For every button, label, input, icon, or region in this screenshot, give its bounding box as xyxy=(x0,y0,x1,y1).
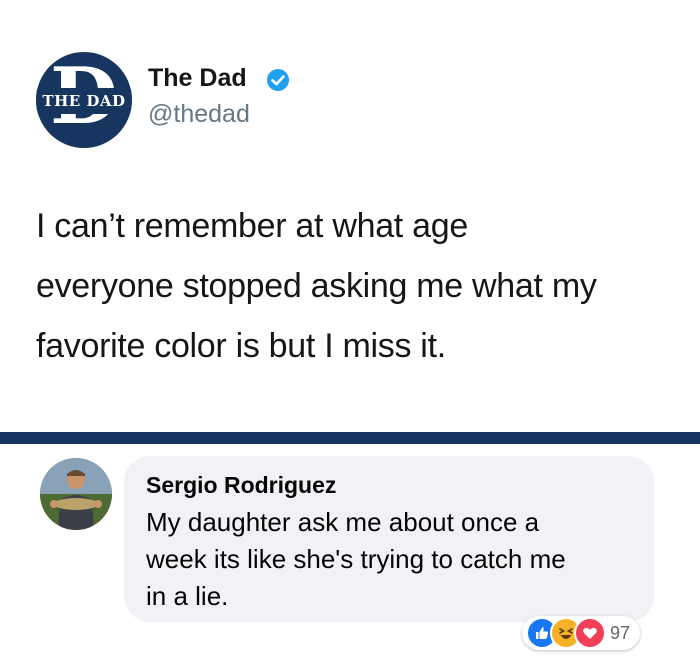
commenter-photo xyxy=(40,458,112,530)
tweet-avatar[interactable]: D THE DAD xyxy=(36,52,132,148)
verified-badge-icon xyxy=(267,69,289,91)
commenter-avatar[interactable] xyxy=(40,458,112,530)
comment-text-line: week its like she's trying to catch me xyxy=(146,544,566,574)
comment-text-line: in a lie. xyxy=(146,581,229,611)
tweet-author-name[interactable]: The Dad xyxy=(148,64,247,93)
love-icon xyxy=(574,617,606,649)
comment-bubble: Sergio Rodriguez My daughter ask me abou… xyxy=(124,456,654,622)
comment-author-name[interactable]: Sergio Rodriguez xyxy=(146,472,336,499)
tweet-author-handle[interactable]: @thedad xyxy=(148,100,250,129)
comment-section: Sergio Rodriguez My daughter ask me abou… xyxy=(0,444,700,658)
tweet-text: I can’t remember at what age everyone st… xyxy=(36,196,676,376)
avatar-text: THE DAD xyxy=(36,88,132,114)
tweet-text-line: I can’t remember at what age xyxy=(36,207,468,245)
comment-text-line: My daughter ask me about once a xyxy=(146,507,540,537)
tweet-card: D THE DAD The Dad @thedad I can’t rememb… xyxy=(0,0,700,432)
reactions-summary[interactable]: 97 xyxy=(522,616,641,650)
comment-text: My daughter ask me about once a week its… xyxy=(146,504,646,615)
tweet-text-line: everyone stopped asking me what my xyxy=(36,267,597,305)
tweet-text-line: favorite color is but I miss it. xyxy=(36,327,446,365)
reaction-count: 97 xyxy=(610,622,631,643)
section-divider xyxy=(0,432,700,444)
